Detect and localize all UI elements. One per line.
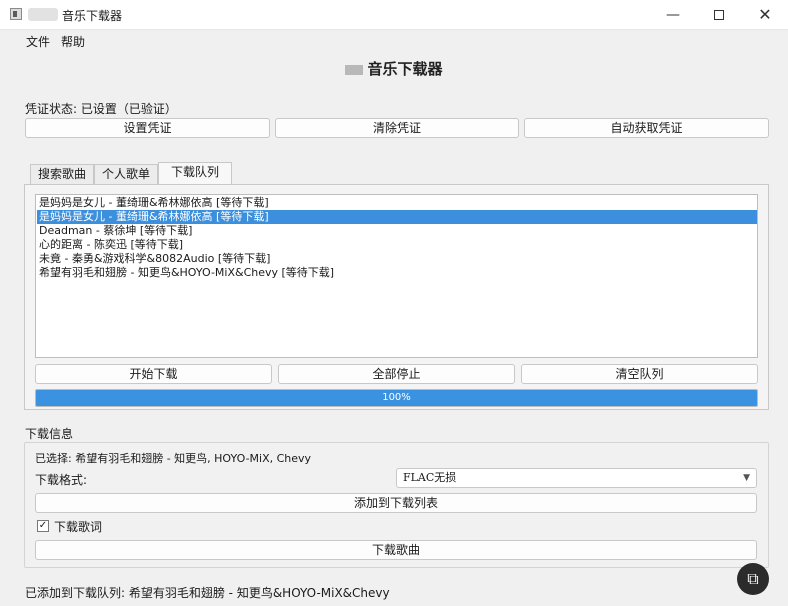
progress-text: 100%	[382, 392, 411, 403]
status-bar-message: 已添加到下载队列: 希望有羽毛和翅膀 - 知更鸟&HOYO-MiX&Chevy	[25, 586, 390, 600]
app-heading: 音乐下载器	[0, 58, 788, 79]
tab-personal-playlist[interactable]: 个人歌单	[94, 164, 158, 184]
list-item[interactable]: Deadman - 蔡徐坤 [等待下载]	[37, 224, 757, 238]
window-title: 音乐下载器	[62, 9, 123, 23]
title-redacted	[28, 8, 58, 21]
snip-icon[interactable]: ⧉	[737, 563, 769, 595]
clear-queue-button[interactable]: 清空队列	[521, 364, 758, 384]
lyrics-checkbox[interactable]: ✓	[37, 520, 49, 532]
menu-help[interactable]: 帮助	[61, 33, 85, 50]
menu-file[interactable]: 文件	[26, 33, 50, 50]
format-select[interactable]: FLAC无损 ▼	[396, 468, 757, 488]
heading-text: 音乐下载器	[367, 60, 443, 78]
list-item[interactable]: 心的距离 - 陈奕迅 [等待下载]	[37, 238, 757, 252]
start-download-button[interactable]: 开始下载	[35, 364, 272, 384]
maximize-button[interactable]	[696, 0, 742, 30]
format-select-value: FLAC无损	[403, 471, 457, 484]
credential-status: 凭证状态: 已设置（已验证）	[25, 102, 177, 116]
heading-redacted	[345, 65, 364, 75]
list-item[interactable]: 未竟 - 秦勇&游戏科学&8082Audio [等待下载]	[37, 252, 757, 266]
maximize-icon	[714, 10, 724, 20]
minimize-button[interactable]: —	[650, 0, 696, 30]
list-item[interactable]: 是妈妈是女儿 - 董绮珊&希林娜依高 [等待下载]	[37, 196, 757, 210]
queue-list[interactable]: 是妈妈是女儿 - 董绮珊&希林娜依高 [等待下载] 是妈妈是女儿 - 董绮珊&希…	[35, 194, 758, 358]
chevron-down-icon: ▼	[743, 473, 750, 483]
clear-credential-button[interactable]: 清除凭证	[275, 118, 519, 138]
set-credential-button[interactable]: 设置凭证	[25, 118, 270, 138]
selected-song-label: 已选择: 希望有羽毛和翅膀 - 知更鸟, HOYO-MiX, Chevy	[35, 452, 312, 465]
download-info-title: 下载信息	[25, 427, 74, 441]
list-item[interactable]: 希望有羽毛和翅膀 - 知更鸟&HOYO-MiX&Chevy [等待下载]	[37, 266, 757, 280]
app-icon	[10, 8, 22, 20]
title-bar: 音乐下载器 — ✕	[0, 0, 788, 30]
close-button[interactable]: ✕	[742, 0, 788, 30]
list-item-selected[interactable]: 是妈妈是女儿 - 董绮珊&希林娜依高 [等待下载]	[37, 210, 757, 224]
tab-download-queue[interactable]: 下载队列	[158, 162, 232, 185]
auto-credential-button[interactable]: 自动获取凭证	[524, 118, 769, 138]
menu-bar: 文件 帮助	[0, 30, 788, 50]
format-label: 下载格式:	[35, 473, 88, 487]
tab-search-songs[interactable]: 搜索歌曲	[30, 164, 94, 184]
stop-all-button[interactable]: 全部停止	[278, 364, 515, 384]
lyrics-checkbox-label[interactable]: 下载歌词	[54, 518, 102, 535]
download-progress-bar: 100%	[35, 389, 758, 407]
add-to-list-button[interactable]: 添加到下载列表	[35, 493, 757, 513]
download-song-button[interactable]: 下载歌曲	[35, 540, 757, 560]
